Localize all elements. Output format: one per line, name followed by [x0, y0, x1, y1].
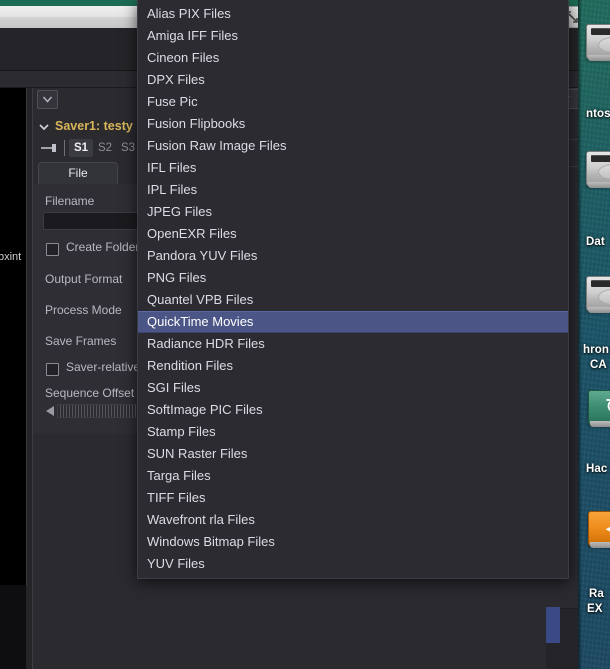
- menu-item[interactable]: Alias PIX Files: [138, 3, 568, 25]
- menu-item[interactable]: YUV Files: [138, 553, 568, 575]
- window-edge-shadow: [578, 0, 582, 669]
- viewer-clipped-label: bxint: [0, 251, 22, 263]
- desktop-icon-drive-macintosh[interactable]: [586, 24, 610, 64]
- menu-item[interactable]: Amiga IFF Files: [138, 25, 568, 47]
- menu-item[interactable]: OpenEXR Files: [138, 223, 568, 245]
- slider-left-arrow[interactable]: [46, 406, 54, 416]
- desktop-icon-label-hackintosh: Hac: [586, 463, 608, 475]
- node-title: Saver1: testy: [55, 119, 133, 133]
- label-output-format: Output Format: [45, 272, 123, 286]
- menu-item[interactable]: Cineon Files: [138, 47, 568, 69]
- desktop-icon-drive-hackintosh[interactable]: ↻: [588, 390, 610, 430]
- viewer-panel[interactable]: bxint: [0, 88, 27, 585]
- screen-root: ntos Dat hron CA ↻ Hac ◀ R: [0, 0, 610, 669]
- state-tab-s2[interactable]: S2: [93, 139, 117, 157]
- drive-base: [588, 55, 610, 61]
- state-separator: [64, 140, 65, 156]
- drive-slot: [591, 280, 610, 287]
- drive-base: [588, 307, 610, 313]
- drive-base: [590, 542, 610, 548]
- menu-item[interactable]: Radiance HDR Files: [138, 333, 568, 355]
- menu-item[interactable]: Fuse Pic: [138, 91, 568, 113]
- label-save-frames: Save Frames: [45, 334, 117, 348]
- label-saver-relative: Saver-relative: [66, 360, 141, 374]
- menu-item[interactable]: Fusion Flipbooks: [138, 113, 568, 135]
- chevron-down-icon: [42, 96, 53, 103]
- desktop-icon-drive-chronosync[interactable]: [586, 276, 610, 316]
- menu-item[interactable]: SUN Raster Files: [138, 443, 568, 465]
- saver-relative-checkbox[interactable]: [46, 363, 59, 376]
- desktop-icon-drive-raid[interactable]: ◀: [588, 511, 610, 551]
- desktop-icon-label-chronosync-2: CA: [590, 359, 607, 371]
- viewer-panel-lower: [0, 585, 26, 669]
- menu-item[interactable]: IPL Files: [138, 179, 568, 201]
- left-triangle-icon: ◀: [601, 517, 610, 541]
- menu-item[interactable]: JPEG Files: [138, 201, 568, 223]
- menu-item[interactable]: Fusion Raw Image Files: [138, 135, 568, 157]
- fusion-app-window: bxint Saver1: testy S1 S2 S3 File Filena…: [0, 0, 578, 669]
- sync-arrows-icon: ↻: [601, 396, 610, 420]
- menu-item[interactable]: SoftImage PIC Files: [138, 399, 568, 421]
- drive-slot: [591, 155, 610, 162]
- label-process-mode: Process Mode: [45, 303, 122, 317]
- desktop-icon-label-data: Dat: [586, 236, 605, 248]
- desktop-icon-label-chronosync: hron: [583, 344, 609, 356]
- menu-item[interactable]: Rendition Files: [138, 355, 568, 377]
- desktop-icon-label-raid: Ra: [589, 588, 604, 600]
- chevron-down-icon[interactable]: [38, 121, 50, 133]
- menu-item[interactable]: Pandora YUV Files: [138, 245, 568, 267]
- menu-item[interactable]: TIFF Files: [138, 487, 568, 509]
- tab-file[interactable]: File: [38, 162, 118, 185]
- menu-item[interactable]: Windows Bitmap Files: [138, 531, 568, 553]
- menu-item[interactable]: Targa Files: [138, 465, 568, 487]
- menu-item[interactable]: SGI Files: [138, 377, 568, 399]
- create-folder-checkbox[interactable]: [46, 243, 59, 256]
- label-sequence-offset: Sequence Offset: [45, 386, 135, 400]
- menu-item[interactable]: Wavefront rla Files: [138, 509, 568, 531]
- label-filename: Filename: [45, 194, 95, 208]
- desktop-icon-label-macintosh: ntos: [586, 108, 610, 120]
- menu-item[interactable]: PNG Files: [138, 267, 568, 289]
- menu-item[interactable]: DPX Files: [138, 69, 568, 91]
- output-format-dropdown-menu[interactable]: Alias PIX Files Amiga IFF Files Cineon Fil…: [137, 0, 569, 579]
- pin-icon: [41, 144, 56, 152]
- drive-base: [588, 182, 610, 188]
- inspector-collapse-button[interactable]: [37, 90, 58, 109]
- label-create-folder: Create Folder: [66, 240, 140, 254]
- right-panel-selection: [546, 607, 560, 643]
- menu-item[interactable]: Stamp Files: [138, 421, 568, 443]
- menu-item[interactable]: IFL Files: [138, 157, 568, 179]
- state-tab-s1[interactable]: S1: [69, 139, 94, 157]
- menu-item[interactable]: QuickTime Movies: [138, 311, 568, 333]
- desktop-icon-drive-data[interactable]: [586, 151, 610, 191]
- menu-item[interactable]: Quantel VPB Files: [138, 289, 568, 311]
- pin-button[interactable]: [37, 140, 61, 156]
- drive-slot: [591, 28, 610, 35]
- drive-base: [590, 421, 610, 427]
- desktop-icon-label-raid-2: EX: [587, 603, 603, 615]
